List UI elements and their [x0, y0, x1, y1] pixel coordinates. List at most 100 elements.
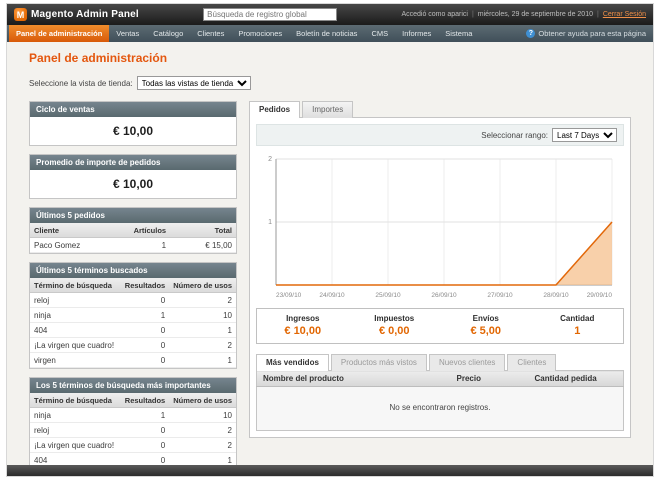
nav-item-promociones[interactable]: Promociones	[231, 25, 289, 42]
svg-text:27/09/10: 27/09/10	[487, 292, 513, 299]
table-row: 404 0 1	[30, 322, 236, 338]
stat-impuestos: Impuestos € 0,00	[349, 314, 441, 337]
orders-chart: 1 2 23/09/10 24/09/10 25/09/10 26/09/10 27/09/…	[256, 146, 624, 301]
nav-item-sistema[interactable]: Sistema	[438, 25, 479, 42]
empty-row: No se encontraron registros.	[256, 386, 624, 431]
column-header: Término de búsqueda	[30, 278, 121, 293]
global-search-input[interactable]	[203, 8, 338, 21]
column-header: Total	[170, 223, 236, 238]
table-row: Paco Gomez 1 € 15,00	[30, 237, 236, 253]
last-search-terms-table: Término de búsqueda Resultados Número de u…	[30, 278, 236, 368]
nav-item-ventas[interactable]: Ventas	[109, 25, 146, 42]
stat-label: Impuestos	[374, 314, 415, 323]
box-title: Últimos 5 pedidos	[30, 208, 236, 223]
column-header: Resultados	[120, 393, 170, 408]
svg-text:1: 1	[268, 219, 272, 226]
range-bar: Seleccionar rango: Last 7 Days	[256, 124, 624, 146]
stat-label: Ingresos	[286, 314, 320, 323]
grid-tabs: Más vendidos Productos más vistos Nuevos…	[256, 354, 624, 371]
store-view-switcher: Seleccione la vista de tienda: Todas las…	[29, 76, 631, 90]
box-title: Últimos 5 términos buscados	[30, 263, 236, 278]
nav-item-informes[interactable]: Informes	[395, 25, 438, 42]
box-title: Promedio de importe de pedidos	[30, 155, 236, 170]
help-icon: ?	[526, 29, 536, 38]
separator: |	[471, 11, 474, 18]
main-navigation: Panel de administración Ventas Catálogo …	[7, 25, 653, 42]
dashboard-columns: Ciclo de ventas € 10,00 Promedio de impo…	[29, 101, 631, 465]
last-search-terms-box: Últimos 5 términos buscados Término de b…	[29, 262, 237, 369]
logout-link[interactable]: Cerrar Sesión	[603, 11, 646, 18]
range-label: Seleccionar rango:	[481, 130, 548, 140]
top-search-terms-table: Término de búsqueda Resultados Número de u…	[30, 393, 236, 465]
table-header-row: Cliente Artículos Total	[30, 223, 236, 238]
store-view-label: Seleccione la vista de tienda:	[29, 78, 133, 88]
table-row: reloj 0 2	[30, 292, 236, 308]
admin-page: M Magento Admin Panel Accedió como apari…	[6, 3, 654, 477]
nav-item-catalogo[interactable]: Catálogo	[146, 25, 190, 42]
table-header-row: Término de búsqueda Resultados Número de u…	[30, 393, 236, 408]
column-header: Precio	[450, 370, 529, 387]
column-header: Artículos	[124, 223, 171, 238]
svg-text:28/09/10: 28/09/10	[543, 292, 569, 299]
admin-header: M Magento Admin Panel Accedió como apari…	[7, 4, 653, 25]
table-row: 404 0 1	[30, 452, 236, 465]
table-row: ¡La virgen que cuadro! 0 2	[30, 437, 236, 453]
column-header: Término de búsqueda	[30, 393, 121, 408]
average-orders-value: € 10,00	[112, 177, 154, 191]
box-title: Ciclo de ventas	[30, 102, 236, 117]
column-header: Cliente	[30, 223, 125, 238]
last-orders-box: Últimos 5 pedidos Cliente Artículos Total …	[29, 207, 237, 254]
stat-value: € 5,00	[470, 325, 502, 337]
tab-importes[interactable]: Importes	[302, 101, 354, 118]
table-header-row: Nombre del producto Precio Cantidad pedida	[256, 370, 624, 387]
stat-value: 1	[574, 325, 581, 337]
table-row: ninja 1 10	[30, 407, 236, 423]
column-header: Resultados	[120, 278, 170, 293]
stat-ingresos: Ingresos € 10,00	[257, 314, 349, 337]
help-label: Obtener ayuda para esta página	[538, 29, 646, 38]
tab-mas-vendidos[interactable]: Más vendidos	[256, 354, 329, 371]
separator: |	[596, 11, 599, 18]
box-title: Los 5 términos de búsqueda más important…	[30, 378, 236, 393]
tab-clientes[interactable]: Clientes	[507, 354, 557, 371]
store-view-select[interactable]: Todas las vistas de tienda	[136, 76, 251, 90]
global-search	[147, 8, 394, 21]
dashboard-sidebar: Ciclo de ventas € 10,00 Promedio de impo…	[29, 101, 237, 465]
column-header: Nombre del producto	[256, 370, 451, 387]
stat-value: € 10,00	[284, 325, 322, 337]
column-header: Número de usos	[169, 393, 236, 408]
page-help-link[interactable]: ? Obtener ayuda para esta página	[526, 25, 651, 42]
svg-text:2: 2	[268, 156, 272, 163]
session-info: Accedió como aparici | miércoles, 29 de …	[401, 11, 646, 18]
svg-text:29/09/10: 29/09/10	[587, 292, 613, 299]
content-area: Panel de administración Seleccione la vi…	[7, 42, 653, 465]
empty-message: No se encontraron registros.	[256, 386, 624, 431]
table-row: virgen 0 1	[30, 352, 236, 368]
tab-pedidos[interactable]: Pedidos	[249, 101, 301, 118]
tab-nuevos-clientes[interactable]: Nuevos clientes	[428, 354, 506, 371]
table-row: ninja 1 10	[30, 307, 236, 323]
table-row: ¡La virgen que cuadro! 0 2	[30, 337, 236, 353]
nav-item-cms[interactable]: CMS	[364, 25, 395, 42]
column-header: Número de usos	[169, 278, 236, 293]
svg-text:26/09/10: 26/09/10	[431, 292, 457, 299]
brand: M Magento Admin Panel	[14, 8, 139, 21]
stat-label: Envíos	[472, 314, 499, 323]
table-row: reloj 0 2	[30, 422, 236, 438]
diagram-tabs: Pedidos Importes	[249, 101, 631, 118]
svg-text:23/09/10: 23/09/10	[276, 292, 302, 299]
tab-productos-mas-vistos[interactable]: Productos más vistos	[330, 354, 427, 371]
totals-row: Ingresos € 10,00 Impuestos € 0,00 Envíos…	[256, 308, 624, 344]
magento-logo-icon: M	[14, 8, 27, 21]
table-header-row: Término de búsqueda Resultados Número de u…	[30, 278, 236, 293]
last-orders-table: Cliente Artículos Total Paco Gomez 1 € 15,00	[30, 223, 236, 253]
admin-footer	[7, 465, 653, 476]
dashboard-main: Pedidos Importes Seleccionar rango: Last…	[249, 101, 631, 438]
stat-value: € 0,00	[378, 325, 410, 337]
nav-item-boletin[interactable]: Boletín de noticias	[289, 25, 364, 42]
range-select[interactable]: Last 7 Days	[552, 128, 617, 142]
nav-item-clientes[interactable]: Clientes	[190, 25, 231, 42]
stat-label: Cantidad	[560, 314, 595, 323]
nav-item-dashboard[interactable]: Panel de administración	[9, 25, 110, 42]
top-search-terms-box: Los 5 términos de búsqueda más important…	[29, 377, 237, 465]
